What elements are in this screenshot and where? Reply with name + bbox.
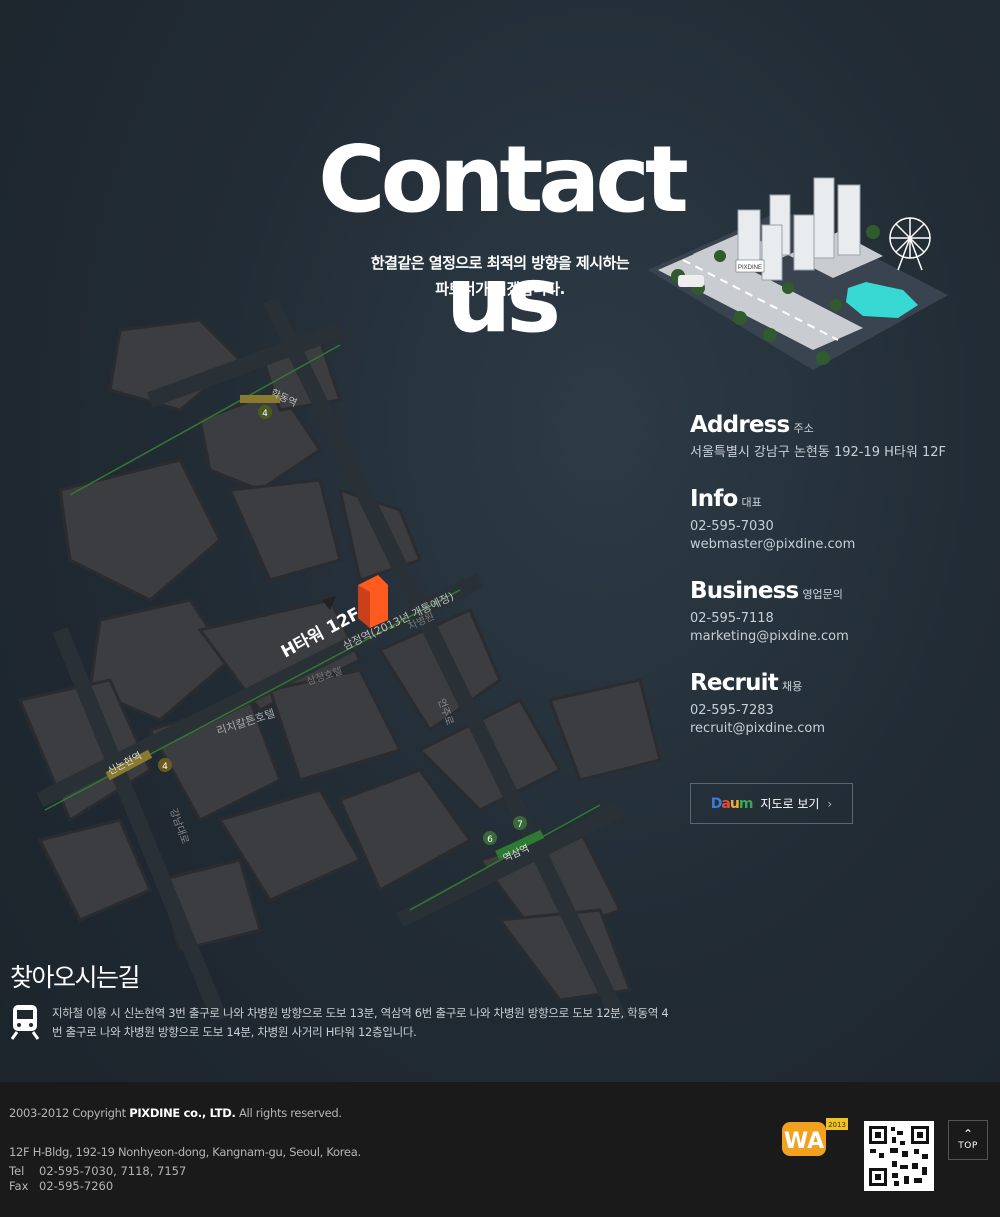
qr-code [864,1121,934,1191]
copyright-suffix: All rights reserved. [235,1106,342,1120]
address-line: 서울특별시 강남구 논현동 192-19 H타워 12F [690,445,946,460]
business-heading: Business [690,578,799,604]
info-sub: 대표 [741,496,762,509]
line-number-sinnonhyeon: 4 [162,762,168,772]
subtitle-line-1: 한결같은 열정으로 최적의 방향을 제시하는 [370,254,630,272]
business-section: Business 영업문의 02-595-7118 marketing@pixdi… [690,578,849,646]
line-number-yeoksam-6: 6 [487,835,493,845]
wa-year: 2013 [828,1121,846,1129]
line-number-hakdong: 4 [262,409,268,419]
copyright: 2003-2012 Copyright PIXDINE co., LTD. Al… [9,1106,342,1120]
chevron-right-icon: › [827,796,833,811]
tel-label: Tel [9,1164,25,1178]
recruit-section: Recruit 채용 02-595-7283 recruit@pixdine.co… [690,670,825,738]
line-number-yeoksam-7: 7 [517,820,523,830]
daum-map-button[interactable]: Daum 지도로 보기 › [690,783,853,824]
business-sub: 영업문의 [802,588,843,601]
arrow-up-icon: ⌃ [962,1127,974,1141]
footer-contact: Tel 02-595-7030, 7118, 7157 Fax 02-595-726… [9,1164,186,1194]
recruit-sub: 채용 [781,680,803,693]
address-section: Address 주소 서울특별시 강남구 논현동 192-19 H타워 12F [690,412,946,462]
directions-title: 찾아오시는길 [10,963,141,992]
business-email[interactable]: marketing@pixdine.com [690,628,849,646]
company-name: PIXDINE co., LTD. [129,1106,236,1120]
recruit-email[interactable]: recruit@pixdine.com [690,720,825,738]
city-sign: PIXDINE [738,265,762,271]
directions-text: 지하철 이용 시 신논현역 3번 출구로 나와 차병원 방향으로 도보 13분,… [52,1006,669,1039]
daum-map-label: 지도로 보기 [760,797,820,811]
road-label-2: 강남대로 [167,807,191,846]
tel-number: 02-595-7030, 7118, 7157 [39,1164,187,1178]
subtitle-line-2: 파트너가 되겠습니다. [435,280,565,298]
recruit-heading: Recruit [690,670,779,696]
address-sub: 주소 [793,422,814,435]
footer-address: 12F H-Bldg, 192-19 Nonhyeon-dong, Kangna… [9,1145,361,1159]
daum-logo: Daum [710,795,754,812]
page-subtitle: 한결같은 열정으로 최적의 방향을 제시하는 파트너가 되겠습니다. [330,250,670,302]
wa-award-logo: WA 2013 [782,1118,848,1156]
subway-icon [10,1005,40,1040]
city-illustration: PIXDINE [648,177,948,370]
scroll-top-button[interactable]: ⌃ TOP [948,1120,988,1160]
info-heading: Info [690,486,738,512]
fax-number: 02-595-7260 [39,1179,114,1193]
wa-text: WA [784,1129,824,1154]
footer: 2003-2012 Copyright PIXDINE co., LTD. Al… [0,1082,1000,1217]
address-heading: Address [690,412,790,438]
business-phone: 02-595-7118 [690,611,774,626]
info-section: Info 대표 02-595-7030 webmaster@pixdine.com [690,486,855,554]
top-label: TOP [958,1141,978,1151]
copyright-prefix: 2003-2012 Copyright [9,1106,130,1120]
info-email[interactable]: webmaster@pixdine.com [690,536,855,554]
info-phone: 02-595-7030 [690,519,774,534]
location-map: 학동역 4 신논현역 4 역삼역 6 7 삼정역(2013년 개통예정) 리치칼… [17,300,662,1020]
fax-label: Fax [9,1179,29,1193]
recruit-phone: 02-595-7283 [690,703,774,718]
